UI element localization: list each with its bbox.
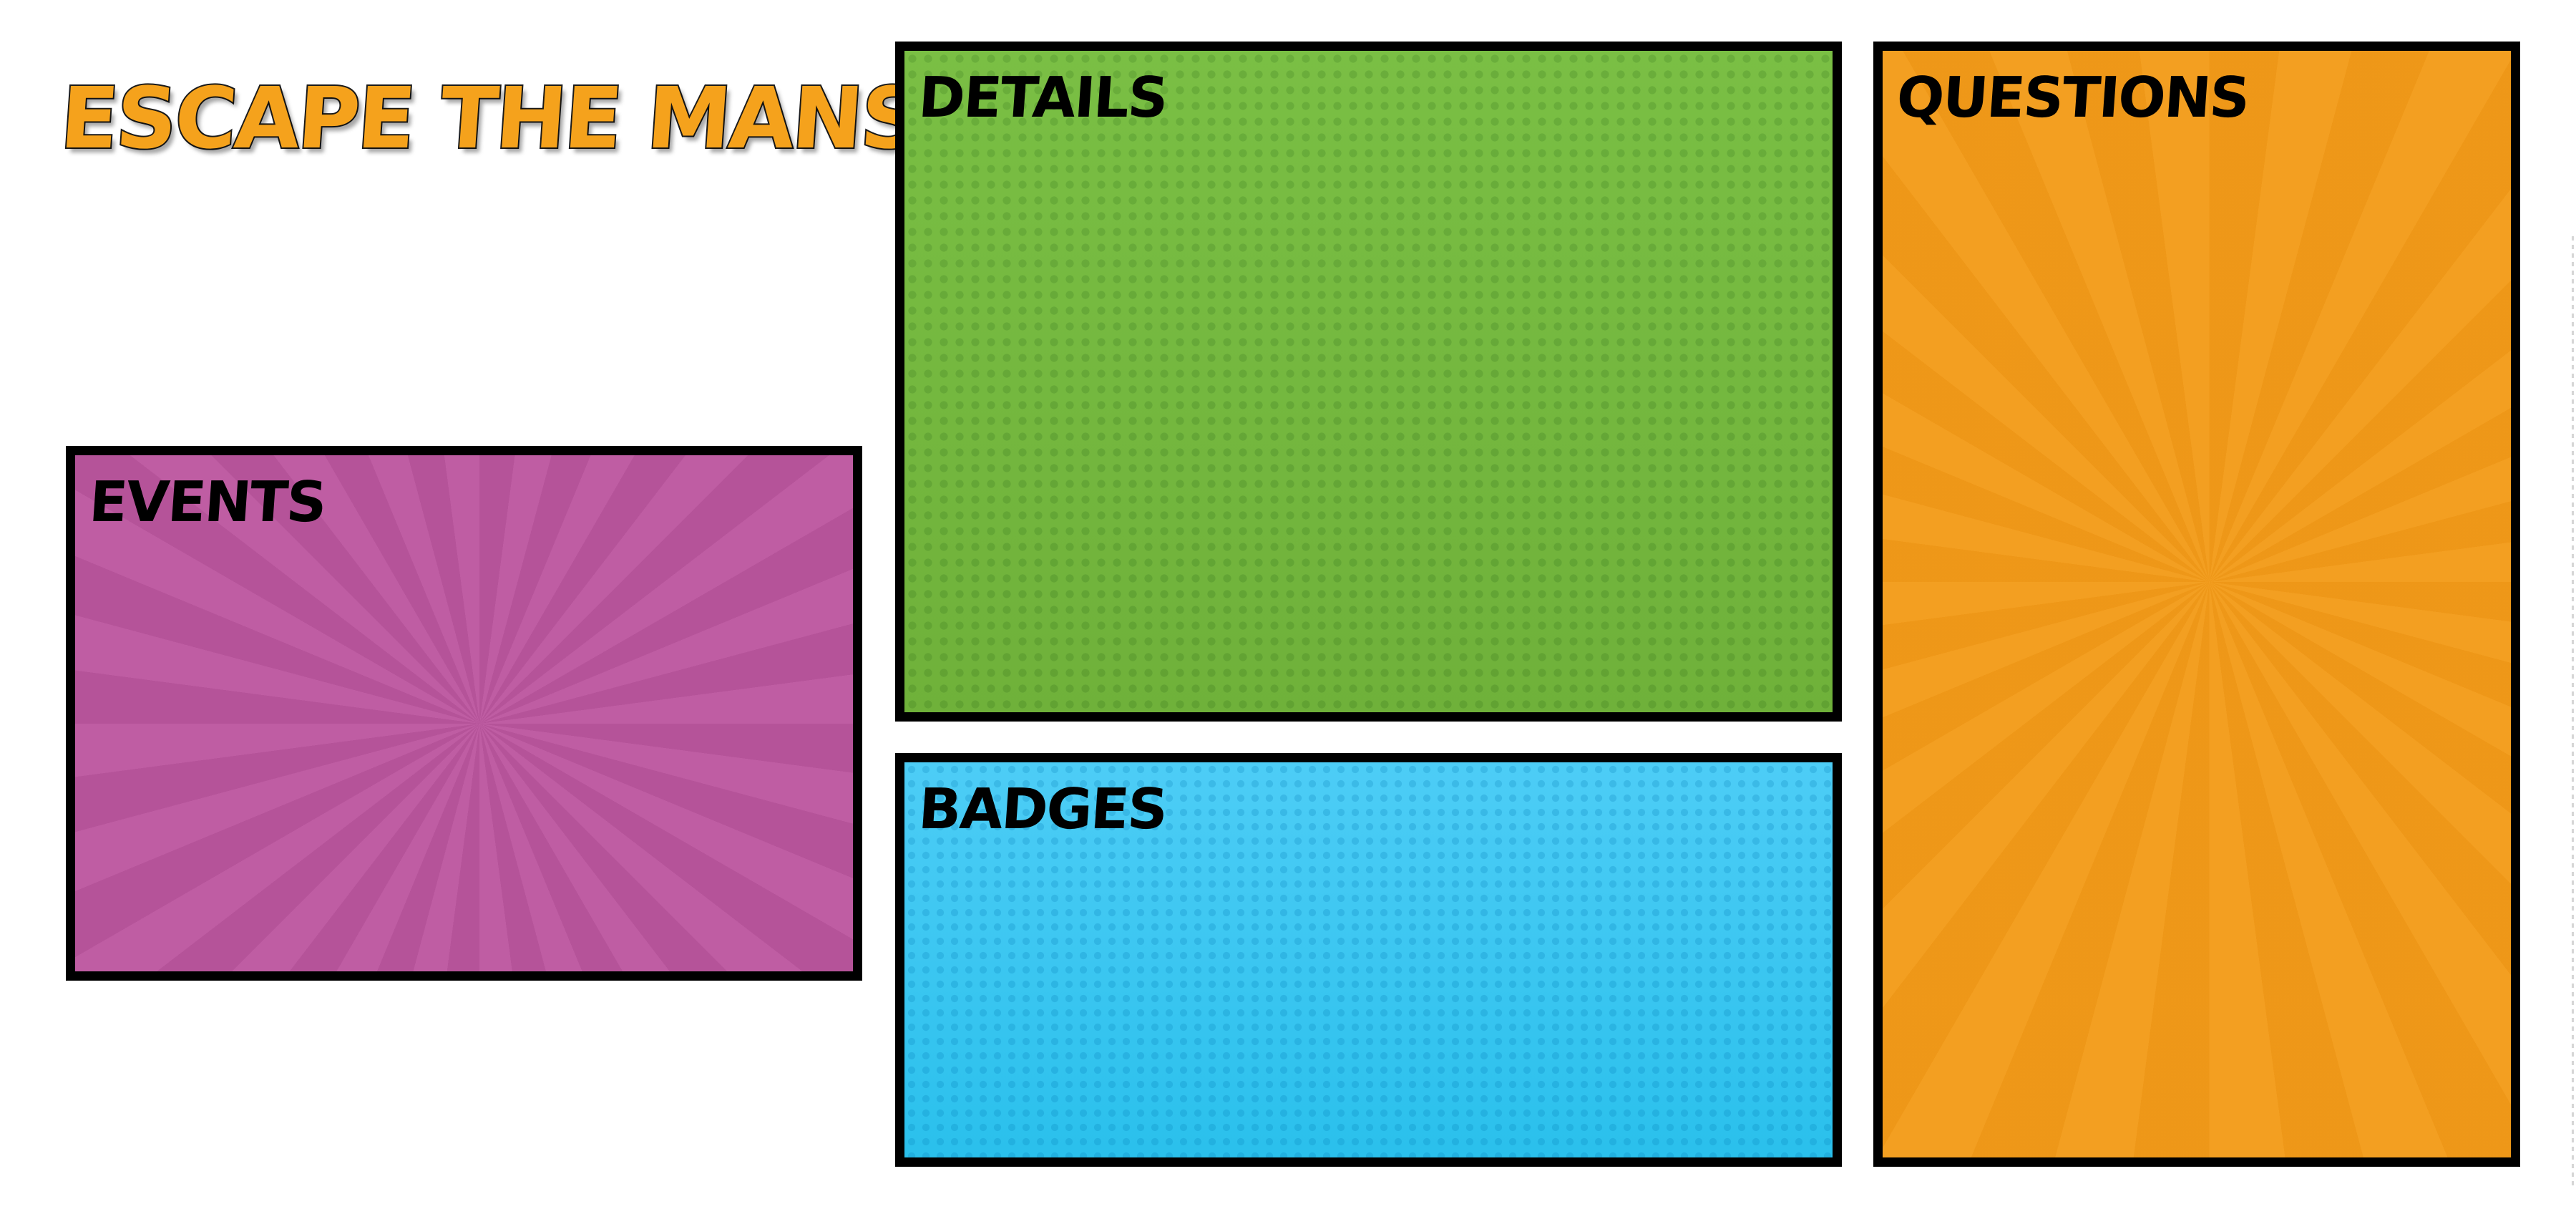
right-edge-divider <box>2572 236 2574 1188</box>
events-panel-label: EVENTS <box>87 470 328 535</box>
board-title: ESCAPE THE MANSION <box>56 67 1092 169</box>
badges-panel[interactable]: BADGES <box>895 753 1842 1167</box>
events-panel[interactable]: EVENTS <box>66 446 862 981</box>
questions-panel-label: QUESTIONS <box>1894 66 2251 130</box>
badges-panel-label: BADGES <box>916 777 1169 842</box>
details-panel-label: DETAILS <box>916 66 1169 130</box>
details-panel[interactable]: DETAILS <box>895 42 1842 722</box>
questions-panel[interactable]: QUESTIONS <box>1873 42 2520 1167</box>
